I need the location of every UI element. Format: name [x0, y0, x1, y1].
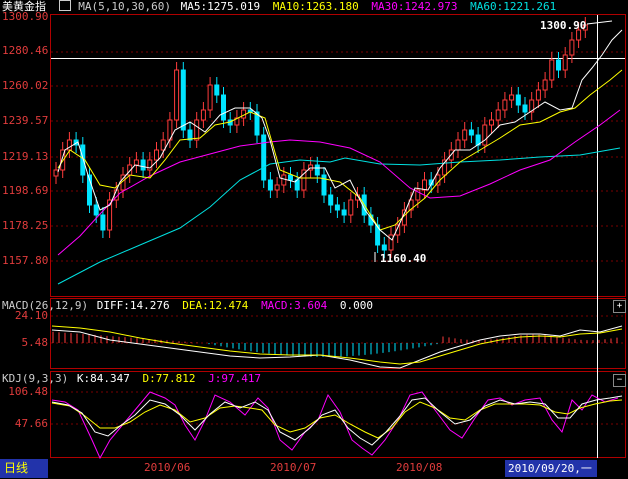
candle-body — [314, 164, 320, 176]
candle-body — [214, 84, 220, 96]
candle-body — [261, 134, 267, 181]
candle-body — [180, 69, 186, 131]
candle-body — [522, 104, 528, 113]
macd-histogram — [52, 331, 618, 357]
candle-body — [482, 124, 488, 146]
candle-body — [267, 179, 273, 191]
candle-body — [455, 139, 461, 151]
candle-body — [495, 109, 501, 121]
cursor-date-label: 2010/09/20,一 — [505, 460, 597, 477]
candle-body — [174, 69, 180, 121]
date-tick: 2010/06 — [144, 461, 191, 474]
candle-body — [154, 149, 159, 161]
candle-body — [388, 234, 394, 251]
kdj-k-line — [51, 395, 623, 446]
candle-body — [542, 79, 548, 91]
candle-body — [207, 84, 213, 111]
macd-diff-value: DIFF:14.276 — [96, 299, 170, 312]
chart-canvas[interactable]: 1300.90 1160.40 — [0, 0, 628, 479]
candle-body — [422, 179, 427, 191]
candle-body — [462, 129, 468, 141]
kdj-d-value: D:77.812 — [142, 372, 196, 385]
candle-body — [221, 94, 226, 121]
candle-body — [194, 119, 200, 141]
period-selector[interactable]: 日线 — [0, 459, 48, 478]
macd-diff-line — [51, 325, 623, 369]
kdj-legend: KDJ(9,3,3) K:84.347 D:77.812 J:97.417 — [2, 372, 267, 386]
candles-group — [53, 17, 588, 258]
candle-body — [348, 199, 354, 216]
candle-body — [53, 169, 59, 177]
macd-expand-button[interactable]: + — [613, 300, 626, 313]
candle-body — [489, 119, 494, 126]
kdj-title: KDJ(9,3,3) — [2, 372, 69, 385]
macd-legend: MACD(26,12,9) DIFF:14.276 DEA:12.474 MAC… — [2, 299, 379, 313]
candle-body — [509, 94, 515, 101]
candle-body — [133, 159, 139, 166]
candle-body — [502, 99, 508, 111]
candle-body — [288, 174, 293, 181]
candle-body — [341, 209, 347, 216]
macd-dea-value: DEA:12.474 — [182, 299, 249, 312]
candle-body — [328, 194, 334, 206]
kdj-tick: 47.66 — [14, 417, 48, 430]
candle-body — [200, 109, 206, 121]
ma30-line — [57, 109, 621, 256]
candle-body — [515, 94, 521, 106]
candle-body — [535, 89, 541, 101]
kdj-tick: 106.48 — [8, 385, 48, 398]
macd-tick: 5.48 — [21, 336, 49, 349]
date-tick: 2010/07 — [270, 461, 317, 474]
plus-icon: + — [616, 301, 623, 311]
candle-body — [281, 174, 287, 186]
kdj-k-value: K:84.347 — [76, 372, 130, 385]
candle-body — [569, 39, 575, 56]
candle-body — [381, 244, 387, 251]
kdj-d-line — [51, 399, 623, 439]
kdj-j-line — [51, 391, 619, 460]
candle-body — [93, 204, 99, 216]
candle-body — [147, 159, 153, 171]
candle-body — [321, 174, 327, 196]
candle-body — [562, 54, 568, 71]
candle-body — [140, 159, 146, 171]
candle-body — [274, 184, 280, 191]
macd-value: MACD:3.604 — [261, 299, 328, 312]
high-marker-line — [586, 20, 613, 25]
date-tick: 2010/08 — [396, 461, 443, 474]
kdj-collapse-button[interactable]: − — [613, 374, 626, 387]
macd-tick: 24.10 — [14, 309, 48, 322]
candle-body — [334, 204, 340, 211]
candle-body — [549, 59, 555, 81]
low-price-label: 1160.40 — [380, 252, 426, 265]
candle-body — [468, 129, 474, 136]
kdj-j-value: J:97.417 — [208, 372, 262, 385]
macd-zero-value: 0.000 — [339, 299, 374, 312]
candle-body — [100, 214, 106, 231]
ma5-line — [57, 29, 623, 241]
minus-icon: − — [616, 375, 623, 385]
candle-body — [556, 59, 561, 71]
high-price-label: 1300.90 — [540, 19, 586, 32]
